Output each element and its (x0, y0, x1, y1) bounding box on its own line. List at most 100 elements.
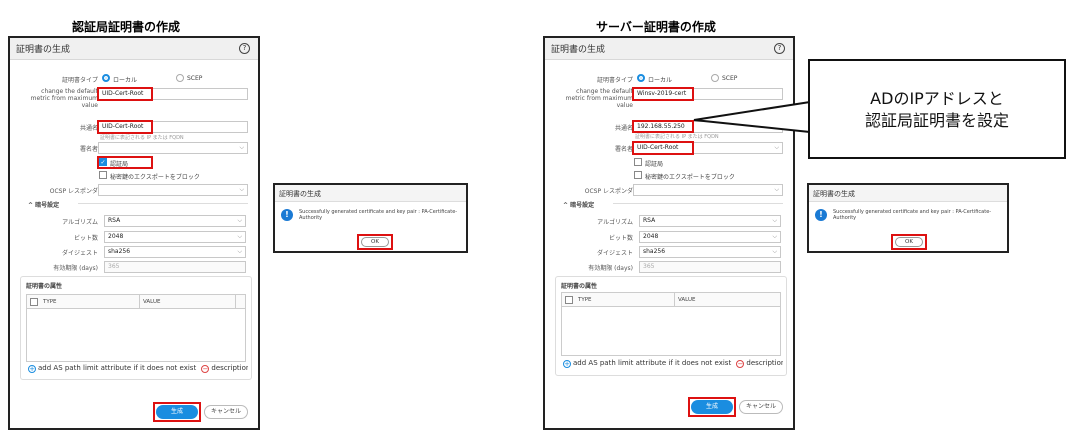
add-icon: + (563, 360, 571, 368)
radio-local-label: ローカル (648, 77, 673, 84)
col-type-header: TYPE (43, 299, 57, 305)
bits-select[interactable]: 2048 ⌵ (104, 231, 246, 243)
ca-checkbox[interactable] (634, 158, 642, 166)
block-export-checkbox[interactable] (634, 171, 642, 179)
chevron-down-icon: ⌵ (772, 233, 777, 240)
expiry-label: 有効期限 (days) (588, 265, 633, 272)
attributes-actions: + add AS path limit attribute if it does … (28, 364, 248, 373)
attributes-section-header: 証明書の属性 (26, 283, 63, 290)
cert-name-label: change the default metric from maximum v… (565, 88, 633, 109)
ocsp-label: OCSP レスポンダ (49, 188, 98, 195)
ocsp-label: OCSP レスポンダ (584, 188, 633, 195)
expiry-input[interactable]: 365 (639, 261, 781, 273)
expiry-label: 有効期限 (days) (53, 265, 98, 272)
algorithm-label: アルゴリズム (62, 219, 98, 226)
success-message: Successfully generated certificate and k… (833, 209, 992, 221)
col-type-header: TYPE (578, 297, 592, 303)
cancel-button[interactable]: キャンセル (739, 400, 783, 414)
block-export-label: 秘密鍵のエクスポートをブロック (645, 174, 735, 181)
cert-name-label: change the default metric from maximum v… (30, 88, 98, 109)
left-success-dialog: 証明書の生成 ! Successfully generated certific… (273, 183, 468, 253)
dialog-title: 証明書の生成 (16, 45, 71, 55)
chevron-down-icon: ⌵ (772, 248, 777, 255)
select-all-checkbox[interactable] (30, 298, 38, 306)
radio-scep[interactable] (176, 74, 184, 82)
help-icon[interactable]: ? (774, 43, 785, 54)
success-dialog-title: 証明書の生成 (279, 190, 321, 198)
highlight-cert-name (97, 87, 153, 101)
attributes-table: TYPE VALUE (561, 292, 781, 356)
highlight-ca (97, 156, 153, 169)
radio-local[interactable] (102, 74, 110, 82)
algorithm-label: アルゴリズム (597, 219, 633, 226)
bits-select[interactable]: 2048 ⌵ (639, 231, 781, 243)
common-name-hint: 証明書に表記される IP または FQDN (100, 135, 184, 141)
highlight-generate (153, 402, 201, 422)
chevron-down-icon: ⌵ (237, 217, 242, 224)
help-icon[interactable]: ? (239, 43, 250, 54)
highlight-ok (357, 234, 393, 250)
highlight-cert-name (632, 87, 694, 101)
expiry-input[interactable]: 365 (104, 261, 246, 273)
attributes-section-header: 証明書の属性 (561, 283, 598, 290)
right-heading: サーバー証明書の作成 (596, 20, 716, 34)
bits-label: ビット数 (608, 235, 633, 242)
highlight-common-name (632, 120, 694, 133)
col-value-header: VALUE (678, 297, 696, 303)
attributes-table: TYPE VALUE (26, 294, 246, 362)
ocsp-select[interactable]: ⌵ (633, 184, 783, 196)
callout-line-2: 認証局証明書を設定 (864, 111, 1009, 130)
chevron-down-icon: ⌵ (774, 186, 779, 193)
signed-by-label: 署名者 (79, 146, 98, 153)
add-attribute-link[interactable]: add AS path limit attribute if it does n… (573, 359, 731, 367)
attributes-actions: + add AS path limit attribute if it does … (563, 359, 783, 368)
callout-arrow (693, 100, 811, 134)
digest-label: ダイジェスト (596, 250, 633, 257)
highlight-ok (891, 234, 927, 250)
chevron-down-icon: ⌵ (239, 186, 244, 193)
left-heading: 認証局証明書の作成 (72, 20, 181, 34)
block-export-label: 秘密鍵のエクスポートをブロック (110, 174, 200, 181)
algorithm-select[interactable]: RSA ⌵ (639, 215, 781, 227)
common-name-label: 共通名 (79, 125, 98, 132)
signed-by-label: 署名者 (614, 146, 633, 153)
signed-by-select[interactable]: ⌵ (98, 142, 248, 154)
cert-type-label: 証明書タイプ (61, 77, 98, 84)
col-value-header: VALUE (143, 299, 161, 305)
radio-local[interactable] (637, 74, 645, 82)
dialog-title: 証明書の生成 (551, 45, 606, 55)
ocsp-select[interactable]: ⌵ (98, 184, 248, 196)
crypto-section-header[interactable]: ^ 暗号設定 (563, 200, 594, 209)
common-name-label: 共通名 (614, 125, 633, 132)
digest-select[interactable]: sha256 ⌵ (639, 246, 781, 258)
bits-label: ビット数 (73, 235, 98, 242)
chevron-down-icon: ⌵ (772, 217, 777, 224)
radio-scep-label: SCEP (187, 75, 203, 82)
add-icon: + (28, 365, 36, 373)
highlight-generate (688, 397, 736, 417)
delete-icon: − (736, 360, 745, 368)
highlight-common-name (97, 120, 153, 134)
chevron-down-icon: ⌵ (239, 144, 244, 151)
algorithm-select[interactable]: RSA ⌵ (104, 215, 246, 227)
radio-local-label: ローカル (113, 77, 138, 84)
block-export-checkbox[interactable] (99, 171, 107, 179)
info-icon: ! (281, 209, 293, 221)
cert-type-label: 証明書タイプ (596, 77, 633, 84)
cancel-button[interactable]: キャンセル (204, 405, 248, 419)
delete-attribute-link[interactable]: description c (211, 364, 248, 372)
crypto-section-header[interactable]: ^ 暗号設定 (28, 200, 59, 209)
success-dialog-title: 証明書の生成 (813, 190, 855, 198)
info-icon: ! (815, 209, 827, 221)
delete-icon: − (201, 365, 210, 373)
right-success-dialog: 証明書の生成 ! Successfully generated certific… (807, 183, 1009, 253)
add-attribute-link[interactable]: add AS path limit attribute if it does n… (38, 364, 196, 372)
chevron-down-icon: ⌵ (237, 248, 242, 255)
select-all-checkbox[interactable] (565, 296, 573, 304)
left-generate-cert-dialog: 証明書の生成 ? 証明書タイプ ローカル SCEP change the def… (8, 36, 260, 430)
ca-checkbox-label: 認証局 (645, 161, 664, 168)
delete-attribute-link[interactable]: description c (746, 359, 783, 367)
digest-select[interactable]: sha256 ⌵ (104, 246, 246, 258)
digest-label: ダイジェスト (61, 250, 98, 257)
annotation-callout: ADのIPアドレスと 認証局証明書を設定 (808, 59, 1066, 159)
